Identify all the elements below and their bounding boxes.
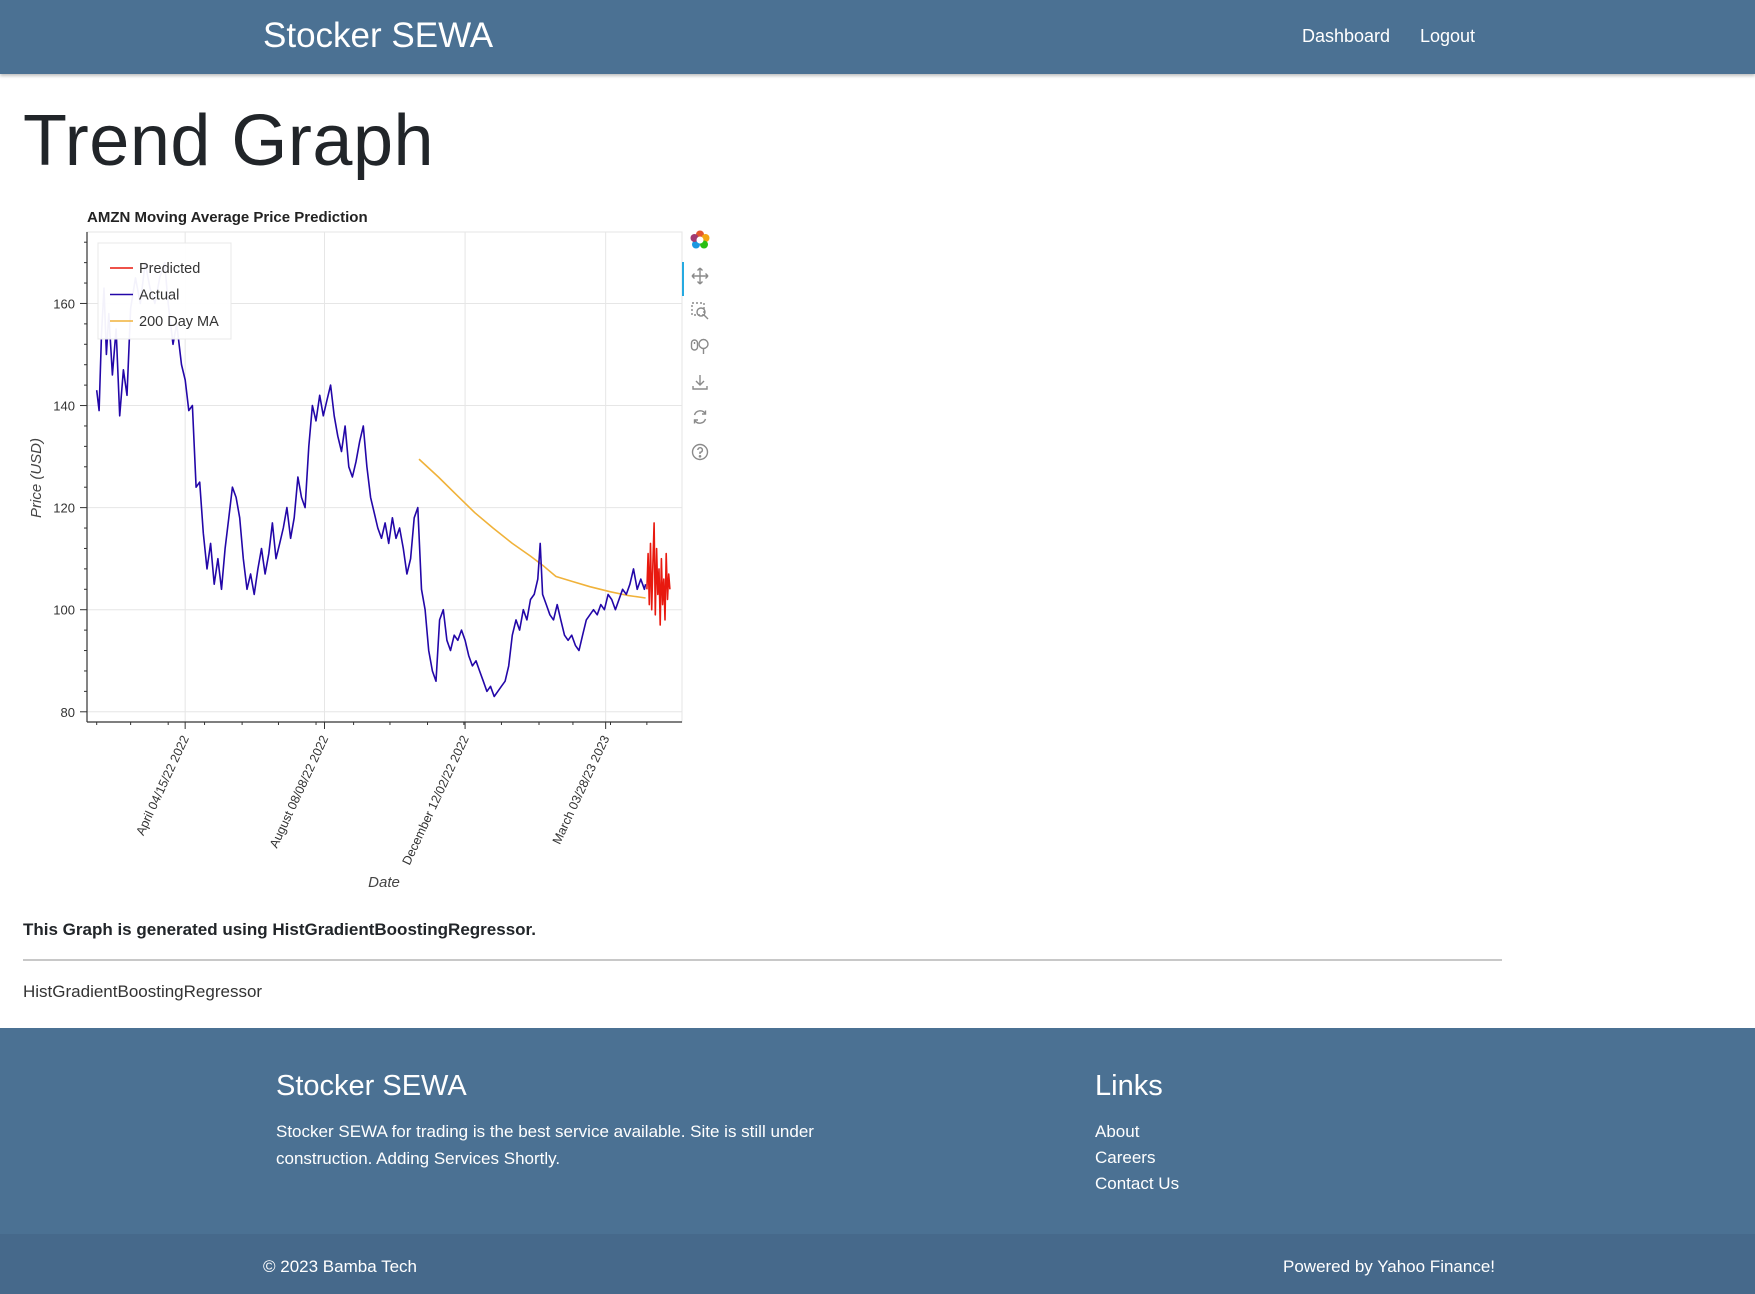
nav-logout-link[interactable]: Logout [1420,26,1475,47]
series-line-200-day-ma [418,458,646,599]
help-icon[interactable] [688,440,712,464]
trend-chart-svg[interactable]: AMZN Moving Average Price Prediction 80 1… [20,200,720,900]
bokeh-logo-icon[interactable] [688,228,712,252]
x-tick-label: April 04/15/22 2022 [133,733,192,837]
nav-dashboard-link[interactable]: Dashboard [1302,26,1390,47]
model-name: HistGradientBoostingRegressor [23,982,263,1001]
footer-link-careers[interactable]: Careers [1095,1148,1155,1168]
navbar: Stocker SEWA Dashboard Logout [0,0,1755,74]
y-tick-label: 120 [53,501,75,516]
pan-icon[interactable] [688,264,712,288]
y-tick-label: 160 [53,296,75,311]
x-tick-label: March 03/28/23 2023 [550,733,613,846]
divider [23,959,1502,961]
reset-icon[interactable] [688,405,712,429]
footer-link-about[interactable]: About [1095,1122,1139,1142]
box-zoom-icon[interactable] [688,299,712,323]
wheel-zoom-icon[interactable] [688,334,712,358]
legend-item-label[interactable]: Predicted [139,261,200,277]
footer-brand: Stocker SEWA [276,1070,467,1102]
footer-powered-by: Powered by Yahoo Finance! [1283,1257,1496,1276]
legend-item-label[interactable]: Actual [139,288,179,304]
y-tick-label: 100 [53,603,75,618]
footer: Stocker SEWA Stocker SEWA for trading is… [0,1028,1755,1294]
footer-description: Stocker SEWA for trading is the best ser… [276,1122,814,1168]
chart-toolbar [680,228,720,468]
chart-title: AMZN Moving Average Price Prediction [87,209,368,226]
footer-copyright: © 2023 Bamba Tech [263,1257,417,1276]
trend-chart[interactable]: AMZN Moving Average Price Prediction 80 1… [20,200,720,900]
navbar-brand[interactable]: Stocker SEWA [263,16,493,56]
footer-links-title: Links [1095,1070,1163,1102]
legend-item-label[interactable]: 200 Day MA [139,314,219,330]
toolbar-active-indicator [682,262,684,296]
x-axis-label: Date [368,874,400,891]
x-tick-label: August 08/08/22 2022 [267,733,331,850]
y-tick-label: 140 [53,399,75,414]
chart-legend[interactable]: Predicted Actual 200 Day MA [97,242,232,340]
page-title: Trend Graph [23,101,435,181]
x-tick-label: December 12/02/22 2022 [399,733,471,867]
graph-caption: This Graph is generated using HistGradie… [23,920,536,939]
y-axis-label: Price (USD) [28,438,45,518]
save-icon[interactable] [688,370,712,394]
y-tick-label: 80 [61,705,75,720]
footer-link-contact[interactable]: Contact Us [1095,1174,1179,1194]
